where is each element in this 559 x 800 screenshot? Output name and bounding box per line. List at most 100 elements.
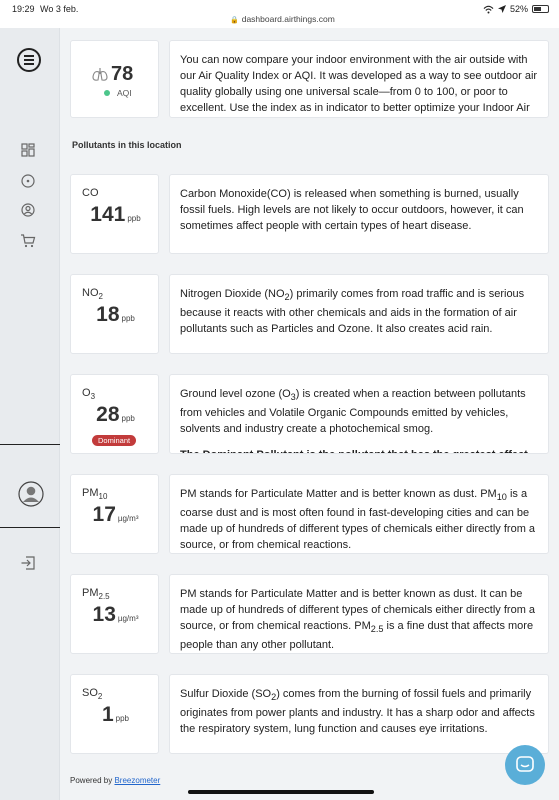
pollutant-unit: ppb <box>121 414 135 423</box>
description-text: Carbon Monoxide(CO) is released when som… <box>180 188 524 232</box>
address-bar[interactable]: 🔒 dashboard.airthings.com <box>230 14 335 24</box>
pollutant-symbol: O <box>82 387 91 399</box>
pollutant-symbol: SO <box>82 687 98 699</box>
pollutant-subscript: 10 <box>98 492 108 502</box>
pollutant-reading: 28 ppb <box>71 403 160 427</box>
menu-bar-1 <box>24 55 34 57</box>
pollutant-unit: µg/m³ <box>117 614 139 623</box>
menu-button[interactable] <box>17 48 41 72</box>
pollutant-symbol: NO <box>82 287 99 299</box>
pollutant-reading: 18 ppb <box>71 303 160 327</box>
pollutant-description: Carbon Monoxide(CO) is released when som… <box>180 186 538 234</box>
description-subscript: 10 <box>496 492 507 503</box>
address-url: dashboard.airthings.com <box>241 14 335 24</box>
pollutant-symbol: PM <box>82 487 99 499</box>
pollutant-unit: ppb <box>115 714 130 723</box>
pollutant-value: 13 <box>92 603 116 626</box>
pollutant-name: PM2.5 <box>82 587 110 601</box>
home-indicator <box>188 790 374 794</box>
chat-icon <box>516 756 534 772</box>
dominant-note: The Dominant Pollutant is the pollutant … <box>180 447 538 453</box>
battery-icon <box>532 5 549 13</box>
pollutant-subscript: 2 <box>97 692 103 702</box>
aqi-description-card: You can now compare your indoor environm… <box>169 40 549 118</box>
description-text: Nitrogen Dioxide (NO <box>180 288 285 300</box>
aqi-card: 78 AQI <box>70 40 159 118</box>
pollutant-value: 17 <box>92 503 116 526</box>
pollutant-reading: 1 ppb <box>71 703 160 727</box>
dominant-badge: Dominant <box>92 435 137 446</box>
pollutant-reading: 17 µg/m³ <box>71 503 160 527</box>
pollutant-description: PM stands for Particulate Matter and is … <box>180 486 538 553</box>
pollutant-name: O3 <box>82 387 95 401</box>
pollutant-value-card: SO2 1 ppb <box>70 674 159 754</box>
powered-by-text: Powered by <box>70 776 115 785</box>
pollutant-reading: 141 ppb <box>71 203 160 227</box>
pollutant-name: NO2 <box>82 287 103 301</box>
pollutant-description: Ground level ozone (O3) is created when … <box>180 386 538 437</box>
battery-fill <box>534 7 541 11</box>
compass-icon[interactable] <box>20 173 36 189</box>
account-circle-icon[interactable] <box>20 202 36 218</box>
wifi-icon <box>483 5 494 13</box>
aqi-label: AQI <box>117 88 132 98</box>
grid-icon[interactable] <box>20 142 36 158</box>
pollutant-description-card: PM stands for Particulate Matter and is … <box>169 474 549 554</box>
aqi-value: 78 <box>111 63 134 85</box>
sidebar <box>0 28 60 800</box>
aqi-description: You can now compare your indoor environm… <box>180 54 538 114</box>
pollutant-value-card: PM10 17 µg/m³ <box>70 474 159 554</box>
main-content: 78 AQI You can now compare your indoor e… <box>60 28 559 800</box>
lock-icon: 🔒 <box>230 17 239 24</box>
pollutant-subscript: 2.5 <box>98 592 110 602</box>
powered-by: Powered by Breezometer <box>70 776 160 785</box>
pollutant-value-card: PM2.5 13 µg/m³ <box>70 574 159 654</box>
pollutant-unit: µg/m³ <box>117 514 139 523</box>
pollutant-value-card: NO2 18 ppb <box>70 274 159 354</box>
pollutant-description-card: Sulfur Dioxide (SO2) comes from the burn… <box>169 674 549 754</box>
pollutant-description-card: Carbon Monoxide(CO) is released when som… <box>169 174 549 254</box>
sidebar-divider-top <box>0 444 60 445</box>
pollutant-description-card: Ground level ozone (O3) is created when … <box>169 374 549 454</box>
logout-icon[interactable] <box>20 555 36 571</box>
pollutant-subscript: 3 <box>90 392 96 402</box>
description-text: Ground level ozone (O <box>180 388 291 400</box>
user-avatar-icon[interactable] <box>18 481 44 507</box>
breezometer-link[interactable]: Breezometer <box>114 776 160 785</box>
pollutant-name: SO2 <box>82 687 102 701</box>
description-text: PM stands for Particulate Matter and is … <box>180 488 497 500</box>
pollutant-name: CO <box>82 187 99 201</box>
chat-button[interactable] <box>505 745 545 785</box>
aqi-status-dot <box>104 90 110 96</box>
description-subscript: 2.5 <box>370 624 384 635</box>
pollutant-value-card: O3 28 ppb Dominant <box>70 374 159 454</box>
pollutant-description: Sulfur Dioxide (SO2) comes from the burn… <box>180 686 538 737</box>
pollutant-description: Nitrogen Dioxide (NO2) primarily comes f… <box>180 286 538 337</box>
status-date: Wo 3 feb. <box>40 4 79 14</box>
status-bar: 19:29 Wo 3 feb. 🔒 dashboard.airthings.com… <box>0 0 559 28</box>
pollutant-value: 18 <box>96 303 120 326</box>
pollutant-description-card: Nitrogen Dioxide (NO2) primarily comes f… <box>169 274 549 354</box>
pollutant-reading: 13 µg/m³ <box>71 603 160 627</box>
pollutant-value: 28 <box>96 403 120 426</box>
status-time: 19:29 <box>12 4 35 14</box>
pollutant-unit: ppb <box>127 214 141 223</box>
pollutant-subscript: 2 <box>98 292 103 302</box>
pollutant-name: PM10 <box>82 487 107 501</box>
battery-percent: 52% <box>509 4 528 14</box>
pollutant-description-card: PM stands for Particulate Matter and is … <box>169 574 549 654</box>
pollutant-value: 141 <box>90 203 126 226</box>
menu-bar-3 <box>24 63 34 65</box>
cart-icon[interactable] <box>20 233 36 249</box>
pollutant-description: PM stands for Particulate Matter and is … <box>180 586 538 653</box>
pollutant-symbol: CO <box>82 187 99 199</box>
status-right: 52% <box>483 4 549 14</box>
pollutant-value: 1 <box>101 703 114 726</box>
section-title: Pollutants in this location <box>72 140 182 150</box>
menu-bar-2 <box>24 59 34 61</box>
pollutant-unit: ppb <box>121 314 135 323</box>
lungs-icon <box>92 68 108 81</box>
pollutant-value-card: CO 141 ppb <box>70 174 159 254</box>
location-arrow-icon <box>497 5 506 13</box>
pollutant-symbol: PM <box>82 587 99 599</box>
